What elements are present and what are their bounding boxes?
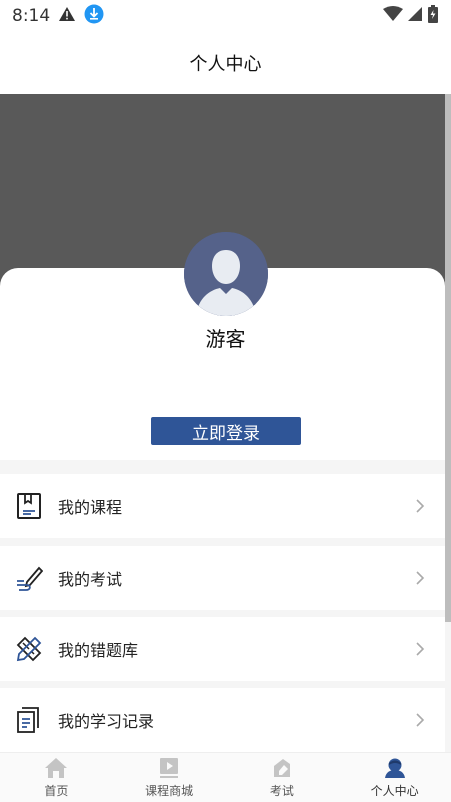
header: 个人中心 bbox=[0, 32, 451, 94]
guest-name: 游客 bbox=[205, 327, 246, 351]
exam-icon bbox=[269, 756, 295, 780]
tab-course-store[interactable]: 课程商城 bbox=[113, 753, 226, 802]
login-button[interactable]: 立即登录 bbox=[151, 417, 301, 445]
menu-item-label: 我的错题库 bbox=[58, 641, 139, 660]
user-icon bbox=[382, 756, 408, 780]
battery-icon bbox=[427, 5, 439, 27]
page-title: 个人中心 bbox=[189, 54, 262, 75]
tab-label: 课程商城 bbox=[145, 784, 194, 798]
tab-label: 个人中心 bbox=[370, 784, 419, 798]
chevron-right-icon bbox=[413, 713, 427, 727]
document-icon bbox=[14, 705, 44, 735]
signal-icon bbox=[407, 6, 423, 26]
warning-icon bbox=[58, 6, 76, 26]
video-icon bbox=[156, 756, 182, 780]
download-icon bbox=[84, 4, 104, 28]
tab-exam[interactable]: 考试 bbox=[226, 753, 339, 802]
pencil-ruler-icon bbox=[14, 634, 44, 664]
tab-label: 考试 bbox=[269, 784, 294, 798]
menu-item-label: 我的考试 bbox=[58, 570, 123, 589]
book-icon bbox=[14, 491, 44, 521]
menu-item-label: 我的课程 bbox=[58, 498, 123, 517]
status-time: 8:14 bbox=[12, 6, 51, 26]
wifi-icon bbox=[383, 6, 403, 26]
tab-label: 首页 bbox=[44, 784, 69, 798]
chevron-right-icon bbox=[413, 642, 427, 656]
tab-profile[interactable]: 个人中心 bbox=[338, 753, 451, 802]
menu-item-my-exams[interactable]: 我的考试 bbox=[0, 546, 445, 610]
menu-item-label: 我的学习记录 bbox=[58, 712, 155, 731]
scrollbar[interactable] bbox=[445, 94, 451, 622]
menu-item-my-mistakes[interactable]: 我的错题库 bbox=[0, 617, 445, 681]
avatar[interactable] bbox=[184, 232, 268, 316]
chevron-right-icon bbox=[413, 499, 427, 513]
tab-home[interactable]: 首页 bbox=[0, 753, 113, 802]
bottom-tab-bar: 首页 课程商城 考试 个人中心 bbox=[0, 752, 451, 802]
menu-item-my-study-records[interactable]: 我的学习记录 bbox=[0, 688, 445, 752]
home-icon bbox=[43, 756, 69, 780]
chevron-right-icon bbox=[413, 571, 427, 585]
status-bar: 8:14 bbox=[0, 0, 451, 32]
pen-icon bbox=[14, 563, 44, 593]
menu-item-my-courses[interactable]: 我的课程 bbox=[0, 474, 445, 538]
